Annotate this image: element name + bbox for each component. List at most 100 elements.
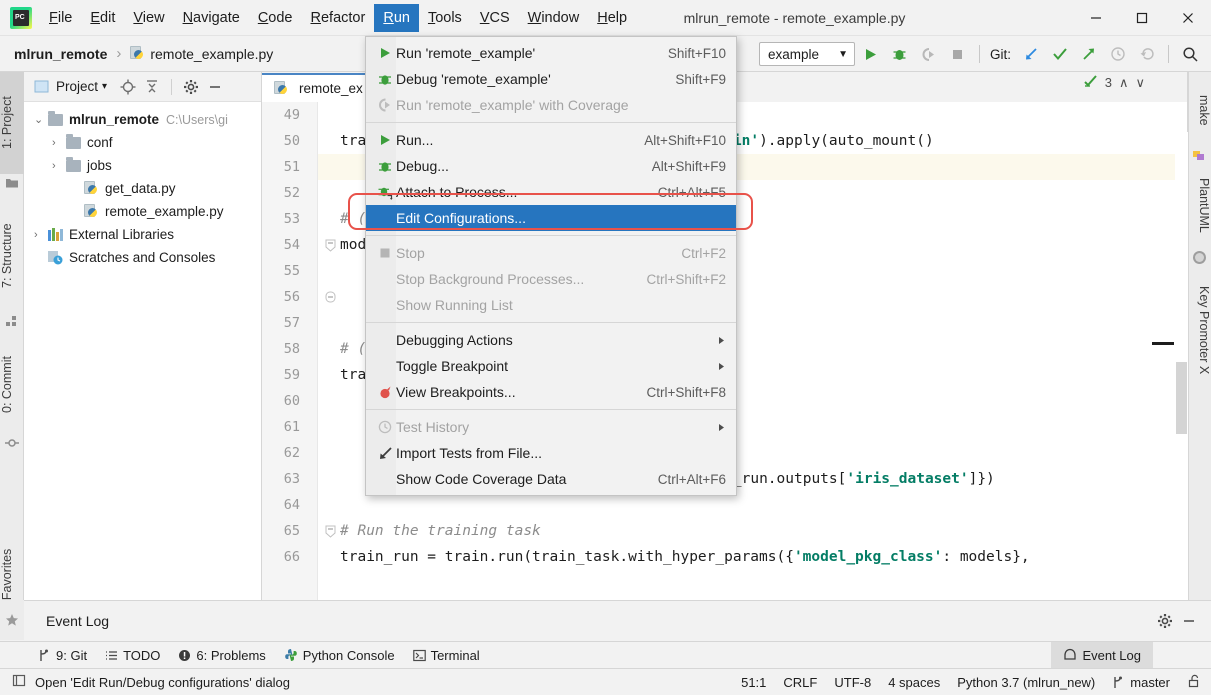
scrollbar-thumb[interactable] — [1176, 362, 1187, 434]
chevron-icon[interactable]: › — [52, 137, 66, 149]
event-log-button[interactable]: Event Log — [1051, 642, 1153, 668]
stop-button[interactable] — [945, 41, 971, 67]
menu-item-run-remote-example[interactable]: Run 'remote_example'Shift+F10 — [366, 40, 736, 66]
menu-item-label: Show Running List — [396, 297, 726, 313]
lock-open-icon[interactable] — [1187, 674, 1201, 691]
git-push-button[interactable] — [1076, 41, 1102, 67]
encoding[interactable]: UTF-8 — [834, 675, 871, 690]
git-branch-icon — [1112, 676, 1125, 689]
sidebar-item-label: 1: Project — [0, 97, 14, 150]
tree-node[interactable]: ⌄mlrun_remoteC:\Users\gi — [24, 108, 261, 131]
breadcrumb-file[interactable]: remote_example.py — [150, 46, 273, 62]
chevron-icon[interactable]: › — [34, 229, 48, 241]
menu-code[interactable]: Code — [249, 4, 302, 32]
line-number: 55 — [284, 258, 300, 284]
git-update-button[interactable] — [1018, 41, 1044, 67]
git-rollback-button[interactable] — [1134, 41, 1160, 67]
inspection-prev-icon[interactable]: ∧ — [1119, 75, 1129, 91]
git-commit-button[interactable] — [1047, 41, 1073, 67]
locate-target-icon[interactable] — [119, 78, 137, 96]
tree-node[interactable]: get_data.py — [24, 177, 261, 200]
line-number: 54 — [284, 232, 300, 258]
tree-node[interactable]: remote_example.py — [24, 200, 261, 223]
menu-item-show-code-coverage-data[interactable]: Show Code Coverage DataCtrl+Alt+F6 — [366, 466, 736, 492]
run-menu-popup[interactable]: Run 'remote_example'Shift+F10Debug 'remo… — [365, 36, 737, 496]
debug-button[interactable] — [887, 41, 913, 67]
menu-help[interactable]: Help — [588, 4, 636, 32]
line-number: 53 — [284, 206, 300, 232]
run-button[interactable] — [858, 41, 884, 67]
minimize-icon[interactable] — [1073, 0, 1119, 36]
indent-setting[interactable]: 4 spaces — [888, 675, 940, 690]
chevron-icon[interactable]: ⌄ — [34, 113, 48, 126]
bottom-tab-git[interactable]: 9: Git — [38, 648, 87, 663]
menu-vcs[interactable]: VCS — [471, 4, 519, 32]
tree-node[interactable]: ›External Libraries — [24, 223, 261, 246]
tree-node[interactable]: ›conf — [24, 131, 261, 154]
hide-panel-icon[interactable] — [206, 78, 224, 96]
code-line: train_run = train.run(train_task.with_hy… — [340, 544, 1188, 570]
sidebar-item-plantuml[interactable]: PlantUML — [1188, 166, 1211, 244]
search-icon[interactable] — [1177, 41, 1203, 67]
editor-tab-label: remote_ex — [299, 81, 363, 96]
git-history-button[interactable] — [1105, 41, 1131, 67]
menu-window[interactable]: Window — [519, 4, 589, 32]
menu-item-shortcut: Ctrl+Shift+F8 — [646, 385, 726, 400]
code-token: : models}, — [942, 549, 1029, 565]
structure-icon — [5, 314, 19, 328]
inspection-next-icon[interactable]: ∨ — [1135, 75, 1145, 91]
chevron-icon[interactable]: › — [52, 160, 66, 172]
sidebar-item-key-promoter[interactable]: Key Promoter X — [1188, 270, 1211, 390]
caret-position[interactable]: 51:1 — [741, 675, 766, 690]
bottom-tab-python-console[interactable]: Python Console — [284, 648, 395, 663]
sidebar-item-commit[interactable]: 0: Commit — [0, 336, 24, 434]
menu-item-view-breakpoints[interactable]: View Breakpoints...Ctrl+Shift+F8 — [366, 379, 736, 405]
menu-item-attach-to-process[interactable]: Attach to Process...Ctrl+Alt+F5 — [366, 179, 736, 205]
menu-file[interactable]: File — [40, 4, 81, 32]
status-message-area: Open 'Edit Run/Debug configurations' dia… — [0, 673, 741, 691]
sidebar-item-project[interactable]: 1: Project — [0, 72, 24, 174]
code-fold-marker[interactable] — [324, 518, 337, 544]
menu-view[interactable]: View — [124, 4, 173, 32]
menu-tools[interactable]: Tools — [419, 4, 471, 32]
sidebar-item-make[interactable]: make — [1188, 78, 1211, 142]
inspection-widget[interactable]: 3 ∧ ∨ — [1084, 74, 1145, 91]
menu-item-edit-configurations[interactable]: Edit Configurations... — [366, 205, 736, 231]
settings-gear-icon[interactable] — [1153, 609, 1177, 633]
tree-node[interactable]: Scratches and Consoles — [24, 246, 261, 269]
breadcrumb-project[interactable]: mlrun_remote — [14, 46, 107, 62]
close-icon[interactable] — [1165, 0, 1211, 36]
editor-scrollbar[interactable] — [1175, 132, 1188, 600]
chevron-down-icon[interactable]: ▾ — [102, 81, 107, 92]
bottom-tab-problems[interactable]: 6: Problems — [178, 648, 265, 663]
bottom-tab-terminal[interactable]: Terminal — [413, 648, 480, 663]
menu-item-debug-remote-example[interactable]: Debug 'remote_example'Shift+F9 — [366, 66, 736, 92]
coverage-button[interactable] — [916, 41, 942, 67]
settings-gear-icon[interactable] — [182, 78, 200, 96]
run-configuration-selector[interactable]: example ▼ — [759, 42, 855, 66]
sidebar-item-structure[interactable]: 7: Structure — [0, 200, 24, 312]
code-fold-marker[interactable] — [324, 232, 337, 258]
tree-node-label: Scratches and Consoles — [69, 250, 215, 265]
menu-item-debug[interactable]: Debug...Alt+Shift+F9 — [366, 153, 736, 179]
menu-item-toggle-breakpoint[interactable]: Toggle Breakpoint — [366, 353, 736, 379]
menu-edit[interactable]: Edit — [81, 4, 124, 32]
menu-refactor[interactable]: Refactor — [302, 4, 375, 32]
chevron-down-icon: ▼ — [838, 49, 848, 60]
favorites-star-button[interactable] — [0, 600, 24, 640]
bottom-tab-todo[interactable]: TODO — [105, 648, 160, 663]
collapse-all-icon[interactable] — [143, 78, 161, 96]
menu-item-run[interactable]: Run...Alt+Shift+F10 — [366, 127, 736, 153]
git-branch-widget[interactable]: master — [1112, 675, 1170, 690]
project-view-icon[interactable] — [32, 78, 50, 96]
code-fold-marker[interactable] — [324, 284, 337, 310]
tree-node[interactable]: ›jobs — [24, 154, 261, 177]
line-separator[interactable]: CRLF — [783, 675, 817, 690]
menu-run[interactable]: Run — [374, 4, 419, 32]
hide-panel-icon[interactable] — [1177, 609, 1201, 633]
menu-item-debugging-actions[interactable]: Debugging Actions — [366, 327, 736, 353]
maximize-icon[interactable] — [1119, 0, 1165, 36]
menu-navigate[interactable]: Navigate — [174, 4, 249, 32]
menu-item-import-tests-from-file[interactable]: Import Tests from File... — [366, 440, 736, 466]
python-interpreter[interactable]: Python 3.7 (mlrun_new) — [957, 675, 1095, 690]
